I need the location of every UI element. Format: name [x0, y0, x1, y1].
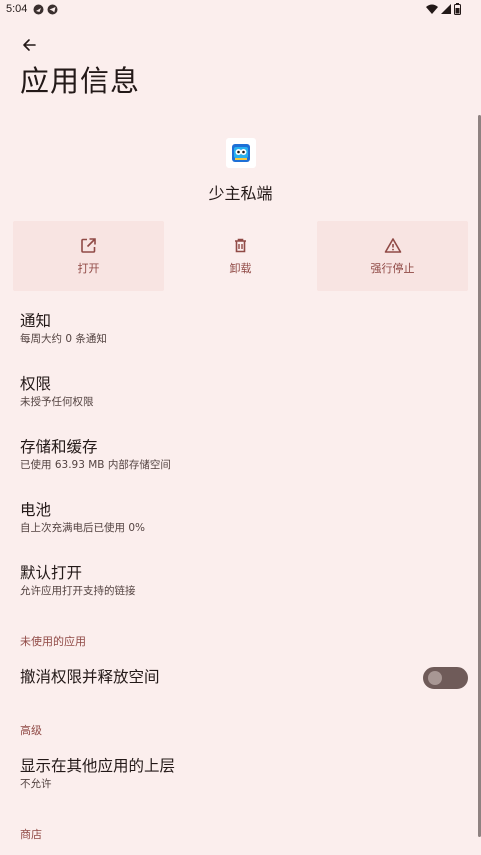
app-icon	[226, 138, 256, 168]
uninstall-button[interactable]: 卸载	[165, 221, 316, 291]
back-button[interactable]	[14, 30, 44, 60]
force-stop-button-label: 强行停止	[370, 261, 415, 275]
wifi-icon	[426, 4, 438, 17]
store-header: 商店	[20, 828, 42, 841]
display-over-title: 显示在其他应用的上层	[20, 757, 176, 775]
arrow-back-icon	[23, 39, 36, 51]
unused-apps-header: 未使用的应用	[20, 635, 86, 648]
status-bar: 5:04	[0, 0, 481, 22]
notifications-subtitle: 每周大约 0 条通知	[20, 333, 107, 345]
telegram-icon	[47, 4, 58, 18]
remove-permissions-item[interactable]: 撤消权限并释放空间	[20, 667, 410, 687]
warning-icon	[384, 237, 401, 253]
action-row: 打开 卸载 强行停止	[13, 221, 468, 291]
toggle-knob	[428, 671, 442, 685]
page-title: 应用信息	[20, 64, 141, 98]
display-over-item[interactable]: 显示在其他应用的上层 不允许	[20, 756, 460, 792]
permissions-subtitle: 未授予任何权限	[20, 396, 94, 408]
remove-permissions-toggle[interactable]	[423, 667, 468, 689]
app-name: 少主私端	[208, 184, 273, 203]
battery-item[interactable]: 电池 自上次充满电后已使用 0%	[20, 500, 460, 536]
status-left-icons	[33, 4, 58, 18]
open-by-default-item[interactable]: 默认打开 允许应用打开支持的链接	[20, 563, 460, 599]
display-over-subtitle: 不允许	[20, 778, 52, 790]
advanced-header: 高级	[20, 724, 42, 737]
force-stop-button[interactable]: 强行停止	[317, 221, 468, 291]
battery-title: 电池	[20, 501, 52, 519]
open-in-new-icon	[81, 237, 96, 253]
permissions-item[interactable]: 权限 未授予任何权限	[20, 374, 460, 410]
signal-icon	[441, 4, 451, 17]
battery-subtitle: 自上次充满电后已使用 0%	[20, 522, 145, 534]
trash-icon	[235, 238, 246, 252]
status-right-icons	[426, 3, 461, 18]
uninstall-button-label: 卸载	[229, 261, 252, 275]
remove-permissions-title: 撤消权限并释放空间	[20, 668, 160, 686]
storage-subtitle: 已使用 63.93 MB 内部存储空间	[20, 459, 171, 471]
battery-icon	[454, 3, 461, 18]
status-time: 5:04	[6, 3, 28, 15]
storage-title: 存储和缓存	[20, 438, 98, 456]
notifications-title: 通知	[20, 312, 52, 330]
notification-icon	[33, 4, 44, 18]
storage-item[interactable]: 存储和缓存 已使用 63.93 MB 内部存储空间	[20, 437, 460, 473]
permissions-title: 权限	[20, 375, 52, 393]
open-by-default-subtitle: 允许应用打开支持的链接	[20, 585, 136, 597]
open-button[interactable]: 打开	[13, 221, 164, 291]
open-button-label: 打开	[77, 261, 100, 275]
open-by-default-title: 默认打开	[20, 564, 83, 582]
notifications-item[interactable]: 通知 每周大约 0 条通知	[20, 311, 460, 347]
